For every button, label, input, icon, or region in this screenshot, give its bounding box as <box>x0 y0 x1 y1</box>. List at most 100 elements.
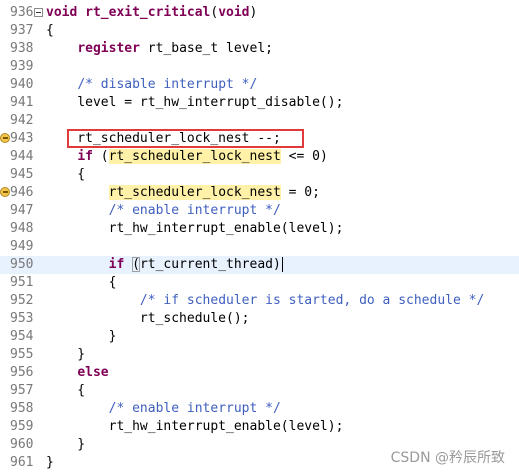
line-number: 955 <box>10 347 34 362</box>
code-text[interactable]: register rt_base_t level; <box>46 40 273 58</box>
code-line[interactable]: 942 <box>0 112 519 130</box>
code-text[interactable]: rt_hw_interrupt_enable(level); <box>46 220 344 238</box>
code-line[interactable]: 959 rt_hw_interrupt_enable(level); <box>0 418 519 436</box>
code-line[interactable]: 953 rt_schedule(); <box>0 310 519 328</box>
watermark: CSDN @矜辰所致 <box>390 450 505 466</box>
code-line[interactable]: 948 rt_hw_interrupt_enable(level); <box>0 220 519 238</box>
code-text[interactable]: else <box>46 364 109 382</box>
code-line[interactable]: 939 <box>0 58 519 76</box>
keyword-token: rt_exit_critical <box>85 5 211 20</box>
line-number: 938 <box>10 41 34 56</box>
code-line[interactable]: 958 /* enable interrupt */ <box>0 400 519 418</box>
code-text[interactable]: { <box>46 274 117 292</box>
occurrence-marker-icon[interactable] <box>0 187 10 197</box>
code-line[interactable]: 949 <box>0 238 519 256</box>
code-text[interactable]: rt_scheduler_lock_nest = 0; <box>46 184 320 202</box>
line-gutter: 937 <box>0 22 38 40</box>
line-gutter: 947 <box>0 202 38 220</box>
code-text[interactable]: { <box>46 382 85 400</box>
highlighted-occurrence: rt_scheduler_lock_nest <box>108 185 281 200</box>
keyword-token: else <box>77 365 109 380</box>
code-token: rt_hw_interrupt_enable(level); <box>46 221 344 236</box>
keyword-token: void <box>46 5 78 20</box>
code-token: { <box>46 383 86 398</box>
code-line[interactable]: 937 { <box>0 22 519 40</box>
code-line[interactable]: 952 /* if scheduler is started, do a sch… <box>0 292 519 310</box>
code-text[interactable]: rt_hw_interrupt_enable(level); <box>46 418 344 436</box>
code-line[interactable]: 956 else <box>0 364 519 382</box>
line-number: 950 <box>10 257 34 272</box>
code-token: ( <box>132 257 140 272</box>
code-text[interactable]: } <box>46 328 117 346</box>
line-number: 960 <box>10 437 34 452</box>
keyword-token: void <box>218 5 250 20</box>
code-text[interactable]: { <box>46 22 54 40</box>
code-text[interactable]: /* if scheduler is started, do a schedul… <box>46 292 484 310</box>
line-number: 941 <box>10 95 34 110</box>
code-text[interactable]: if (rt_current_thread) <box>46 256 283 274</box>
code-text[interactable]: /* enable interrupt */ <box>46 202 281 220</box>
code-line[interactable]: 954 } <box>0 328 519 346</box>
line-number: 961 <box>10 455 34 470</box>
code-line[interactable]: 946 rt_scheduler_lock_nest = 0; <box>0 184 519 202</box>
line-number: 948 <box>10 221 34 236</box>
code-text[interactable]: level = rt_hw_interrupt_disable(); <box>46 94 343 112</box>
code-line[interactable]: 941 level = rt_hw_interrupt_disable(); <box>0 94 519 112</box>
code-line[interactable]: 940 /* disable interrupt */ <box>0 76 519 94</box>
code-line[interactable]: 936 void rt_exit_critical(void) <box>0 4 519 22</box>
code-text[interactable]: rt_scheduler_lock_nest --; <box>46 130 281 148</box>
code-line[interactable]: 947 /* enable interrupt */ <box>0 202 519 220</box>
code-line[interactable]: 955 } <box>0 346 519 364</box>
line-number: 942 <box>10 113 34 128</box>
line-number: 943 <box>10 131 34 146</box>
code-text[interactable]: } <box>46 454 54 472</box>
code-text[interactable]: void rt_exit_critical(void) <box>46 4 257 22</box>
line-gutter: 959 <box>0 418 38 436</box>
code-line[interactable]: 938 register rt_base_t level; <box>0 40 519 58</box>
code-text[interactable]: rt_schedule(); <box>46 310 250 328</box>
code-line[interactable]: 944 if (rt_scheduler_lock_nest <= 0) <box>0 148 519 166</box>
line-gutter: 961 <box>0 454 38 472</box>
code-line[interactable]: 957 { <box>0 382 519 400</box>
code-token: ) <box>249 5 258 20</box>
code-text[interactable]: { <box>46 166 85 184</box>
line-number: 945 <box>10 167 34 182</box>
code-text[interactable]: /* enable interrupt */ <box>46 400 281 418</box>
line-gutter: 942 <box>0 112 38 130</box>
code-text[interactable]: if (rt_scheduler_lock_nest <= 0) <box>46 148 328 166</box>
code-line[interactable]: 951 { <box>0 274 519 292</box>
code-text[interactable]: } <box>46 436 85 454</box>
line-gutter: 941 <box>0 94 38 112</box>
code-token: } <box>46 437 86 452</box>
code-editor[interactable]: 936 void rt_exit_critical(void) 937{938 re… <box>0 0 519 475</box>
code-text[interactable]: } <box>46 346 85 364</box>
highlighted-occurrence: rt_scheduler_lock_nest <box>108 149 281 164</box>
code-line[interactable]: 945 { <box>0 166 519 184</box>
line-number: 949 <box>10 239 34 254</box>
line-gutter: 943 <box>0 130 38 148</box>
line-gutter: 946 <box>0 184 38 202</box>
line-number: 936 <box>10 5 34 20</box>
line-gutter: 955 <box>0 346 38 364</box>
line-gutter: 958 <box>0 400 38 418</box>
code-line[interactable]: 943 rt_scheduler_lock_nest --; <box>0 130 519 148</box>
line-number: 946 <box>10 185 34 200</box>
line-number: 957 <box>10 383 34 398</box>
line-gutter: 939 <box>0 58 38 76</box>
code-token: <= 0) <box>280 149 328 164</box>
code-token: } <box>46 347 86 362</box>
code-line[interactable]: 950 if (rt_current_thread) <box>0 256 519 274</box>
occurrence-marker-icon[interactable] <box>0 133 10 143</box>
code-token: { <box>46 167 86 182</box>
code-text[interactable]: /* disable interrupt */ <box>46 76 257 94</box>
fold-collapse-icon[interactable] <box>34 8 43 17</box>
code-token: { <box>46 23 54 38</box>
line-gutter: 951 <box>0 274 38 292</box>
line-number: 953 <box>10 311 34 326</box>
line-gutter: 960 <box>0 436 38 454</box>
